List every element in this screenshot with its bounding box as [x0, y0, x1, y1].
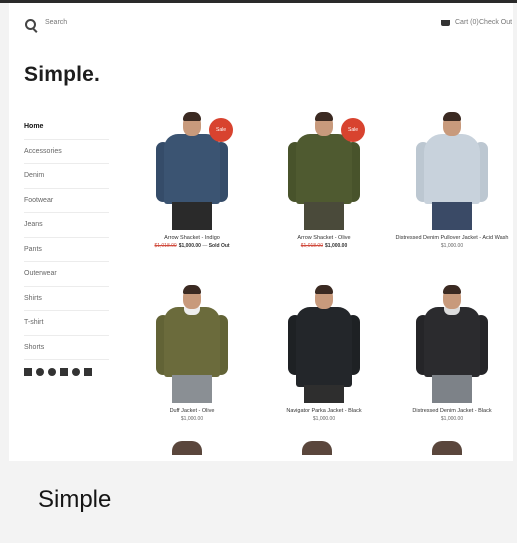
sale-badge: Sale [341, 118, 365, 142]
model-figure [282, 281, 366, 403]
sidebar-item-shorts[interactable]: Shorts [24, 336, 109, 360]
top-bar: Search Cart (0) Check Out [9, 3, 513, 43]
model-figure [150, 281, 234, 403]
pinterest-icon[interactable] [48, 368, 56, 376]
product-card[interactable]: Distressed Denim Pullover Jacket - Acid … [387, 108, 513, 250]
product-name[interactable]: Duff Jacket - Olive [127, 407, 257, 415]
sidebar-item-accessories[interactable]: Accessories [24, 140, 109, 164]
product-card[interactable]: Duff Jacket - Olive $1,000.00 [127, 281, 257, 423]
search-link[interactable]: Search [45, 19, 67, 26]
site-logo[interactable]: Simple. [24, 63, 100, 87]
next-row-product-peek [172, 441, 202, 455]
vine-icon[interactable] [84, 368, 92, 376]
product-price: $1,000.00 [180, 416, 204, 422]
twitter-icon[interactable] [36, 368, 44, 376]
old-price: $1,018.00 [300, 243, 323, 249]
sidebar-item-shirts[interactable]: Shirts [24, 287, 109, 311]
product-card[interactable]: Sale Arrow Shacket - Indigo $1,018.00 $1,… [127, 108, 257, 250]
sale-badge: Sale [209, 118, 233, 142]
product-image[interactable]: Sale [259, 108, 389, 230]
product-price: $1,018.00 $1,000.00 [259, 242, 389, 250]
sidebar-item-footwear[interactable]: Footwear [24, 189, 109, 213]
sidebar-item-denim[interactable]: Denim [24, 164, 109, 189]
product-image[interactable] [259, 281, 389, 403]
product-image[interactable]: Sale [127, 108, 257, 230]
product-card[interactable]: Sale Arrow Shacket - Olive $1,018.00 $1,0… [259, 108, 389, 250]
product-price: $1,000.00 [440, 416, 464, 422]
product-name[interactable]: Distressed Denim Jacket - Black [387, 407, 513, 415]
product-image[interactable] [387, 281, 513, 403]
sidebar-item-pants[interactable]: Pants [24, 238, 109, 262]
product-price: $1,000.00 [440, 243, 464, 249]
next-row-product-peek [432, 441, 462, 455]
product-price: $1,018.00 $1,000.00 — Sold Out [154, 243, 230, 249]
sidebar-item-outerwear[interactable]: Outerwear [24, 262, 109, 287]
product-name[interactable]: Distressed Denim Pullover Jacket - Acid … [387, 234, 513, 242]
facebook-icon[interactable] [24, 368, 32, 376]
sidebar-item-tshirt[interactable]: T-shirt [24, 311, 109, 336]
product-image[interactable] [127, 281, 257, 403]
product-name[interactable]: Arrow Shacket - Indigo [127, 234, 257, 242]
model-figure [410, 281, 494, 403]
sidebar-item-home[interactable]: Home [24, 115, 109, 140]
theme-caption: Simple [38, 486, 112, 513]
product-name[interactable]: Navigator Parka Jacket - Black [259, 407, 389, 415]
sold-out-label: Sold Out [208, 243, 230, 249]
instagram-icon[interactable] [60, 368, 68, 376]
cart-icon[interactable] [441, 20, 450, 26]
sale-price: $1,000.00 [178, 243, 201, 249]
checkout-link[interactable]: Check Out [479, 19, 512, 26]
snapchat-icon[interactable] [72, 368, 80, 376]
sidebar-item-jeans[interactable]: Jeans [24, 213, 109, 238]
product-card[interactable]: Distressed Denim Jacket - Black $1,000.0… [387, 281, 513, 423]
search-icon[interactable] [25, 19, 36, 30]
product-image[interactable] [387, 108, 513, 230]
cart-link[interactable]: Cart (0) [455, 19, 479, 26]
social-links [24, 368, 109, 376]
product-name[interactable]: Arrow Shacket - Olive [259, 234, 389, 242]
product-price: $1,000.00 [312, 416, 336, 422]
model-figure [410, 108, 494, 230]
next-row-product-peek [302, 441, 332, 455]
sidebar-nav: Home Accessories Denim Footwear Jeans Pa… [24, 115, 109, 376]
store-page: Search Cart (0) Check Out Simple. Home A… [9, 3, 513, 461]
product-card[interactable]: Navigator Parka Jacket - Black $1,000.00 [259, 281, 389, 423]
sale-price: $1,000.00 [325, 243, 348, 249]
old-price: $1,018.00 [154, 243, 177, 249]
